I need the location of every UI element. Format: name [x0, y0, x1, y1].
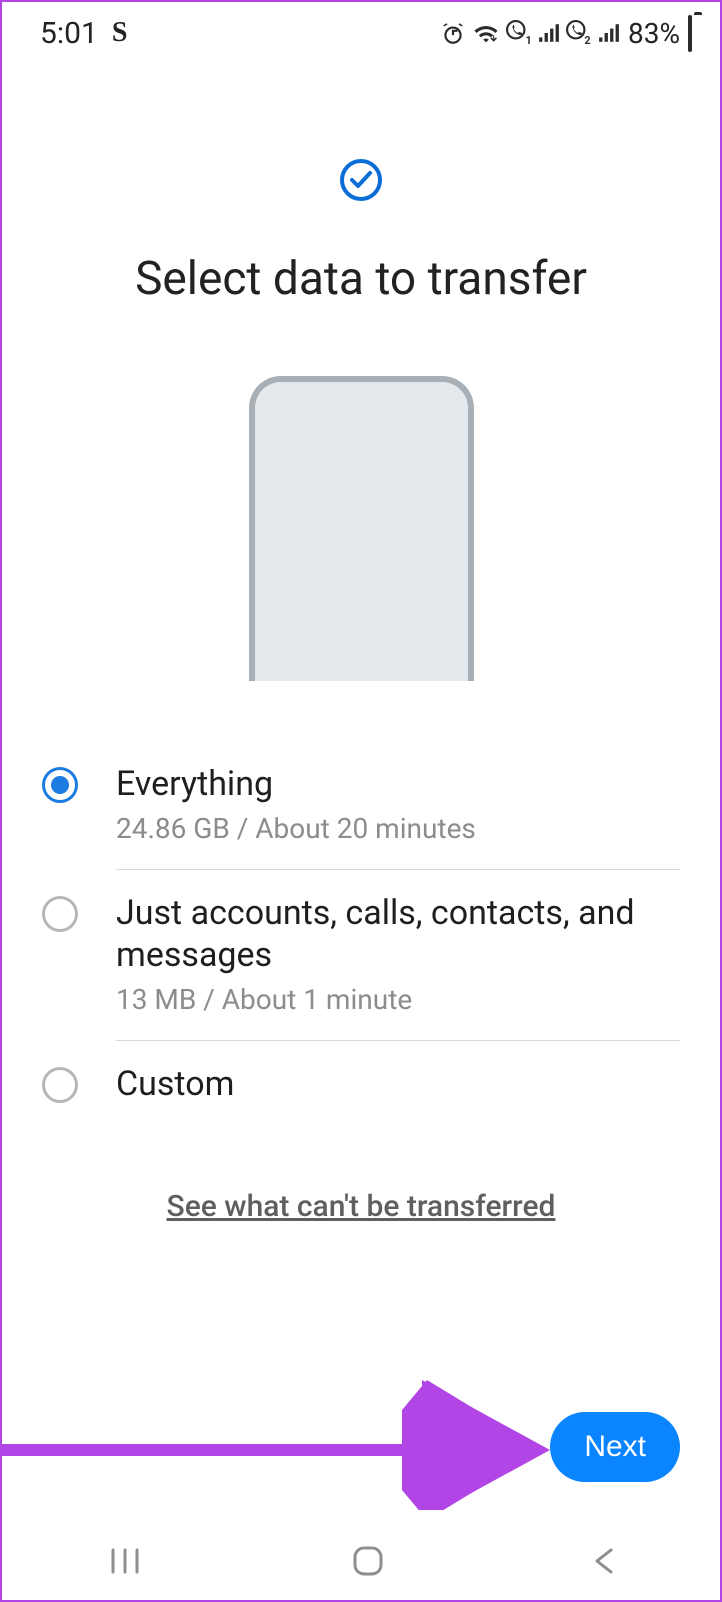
wifi-icon — [472, 22, 500, 44]
next-button[interactable]: Next — [550, 1412, 680, 1482]
page-title: Select data to transfer — [2, 252, 720, 306]
signal1-icon — [538, 22, 560, 44]
option-body: Custom — [116, 1063, 680, 1106]
option-body: Everything 24.86 GB / About 20 minutes — [116, 763, 680, 845]
option-accounts[interactable]: Just accounts, calls, contacts, and mess… — [42, 870, 680, 1040]
status-s-icon: S — [112, 17, 128, 49]
option-label: Custom — [116, 1063, 680, 1106]
volte2-icon: 2 — [566, 20, 592, 46]
check-circle-icon — [339, 158, 383, 202]
nav-recents-icon[interactable] — [105, 1546, 145, 1576]
battery-icon — [686, 17, 692, 50]
option-everything[interactable]: Everything 24.86 GB / About 20 minutes — [42, 741, 680, 869]
status-bar: 5:01 S 1 2 83% — [2, 2, 720, 58]
option-custom[interactable]: Custom — [42, 1041, 680, 1130]
nav-home-icon[interactable] — [351, 1544, 385, 1578]
status-right: 1 2 83% — [440, 17, 692, 50]
battery-percent: 83% — [628, 17, 680, 50]
option-subtitle: 24.86 GB / About 20 minutes — [116, 812, 680, 845]
phone-illustration — [249, 376, 474, 681]
navigation-bar — [2, 1522, 720, 1600]
see-what-link-wrap: See what can't be transferred — [2, 1189, 720, 1224]
see-what-link[interactable]: See what can't be transferred — [167, 1189, 556, 1224]
option-label: Just accounts, calls, contacts, and mess… — [116, 892, 680, 977]
svg-text:2: 2 — [584, 34, 590, 46]
option-body: Just accounts, calls, contacts, and mess… — [116, 892, 680, 1016]
annotation-arrow-icon — [2, 1350, 562, 1510]
status-left: 5:01 S — [40, 16, 127, 51]
transfer-options: Everything 24.86 GB / About 20 minutes J… — [42, 741, 680, 1129]
alarm-icon — [440, 20, 466, 46]
svg-text:1: 1 — [526, 34, 532, 46]
page-header: Select data to transfer — [2, 158, 720, 306]
option-subtitle: 13 MB / About 1 minute — [116, 983, 680, 1016]
signal2-icon — [598, 22, 620, 44]
option-label: Everything — [116, 763, 680, 806]
radio-accounts[interactable] — [42, 896, 78, 932]
nav-back-icon[interactable] — [591, 1546, 617, 1576]
radio-custom[interactable] — [42, 1067, 78, 1103]
volte1-icon: 1 — [506, 20, 532, 46]
radio-everything[interactable] — [42, 767, 78, 803]
status-time: 5:01 — [40, 16, 98, 51]
